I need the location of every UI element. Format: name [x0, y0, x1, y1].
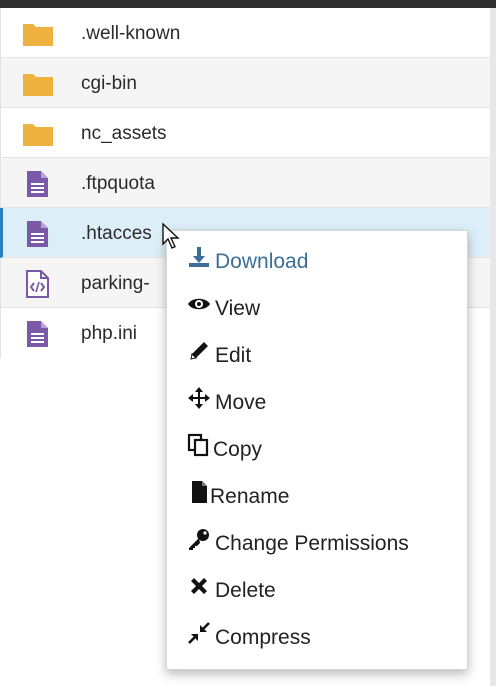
eye-icon: [188, 298, 210, 310]
menu-item-copy[interactable]: Copy: [167, 427, 467, 467]
mouse-cursor-icon: [162, 222, 180, 249]
menu-item-move[interactable]: Move: [167, 380, 467, 420]
folder-icon: [23, 24, 53, 46]
file-row-ftpquota[interactable]: .ftpquota: [0, 158, 490, 208]
folder-icon: [23, 74, 53, 96]
file-name: .ftpquota: [81, 173, 155, 194]
scrollbar-track[interactable]: [490, 8, 496, 686]
file-name: nc_assets: [81, 123, 167, 144]
pencil-icon: [190, 342, 208, 360]
menu-item-compress[interactable]: Compress: [167, 615, 467, 655]
file-text-icon: [27, 221, 48, 247]
menu-item-delete[interactable]: Delete: [167, 568, 467, 608]
menu-item-rename[interactable]: Rename: [167, 474, 467, 514]
key-icon: [189, 529, 209, 550]
folder-icon: [23, 124, 53, 146]
compress-icon: [188, 622, 210, 644]
file-name: cgi-bin: [81, 73, 137, 94]
download-icon: [189, 247, 209, 267]
top-bar: [0, 0, 496, 8]
file-row-nc-assets[interactable]: nc_assets: [0, 108, 490, 158]
file-row-well-known[interactable]: .well-known: [0, 8, 490, 58]
menu-item-download[interactable]: Download: [167, 239, 467, 279]
file-row-cgi-bin[interactable]: cgi-bin: [0, 58, 490, 108]
file-name: .htacces: [81, 223, 152, 244]
x-icon: [191, 578, 207, 594]
context-menu: Download View Edit Move Copy Rename Chan…: [166, 230, 468, 670]
menu-item-change-permissions[interactable]: Change Permissions: [167, 521, 467, 561]
file-text-icon: [27, 171, 48, 197]
file-text-icon: [27, 321, 48, 347]
file-code-icon: [26, 270, 49, 298]
file-name: .well-known: [81, 23, 181, 44]
file-name: php.ini: [81, 323, 137, 344]
copy-icon: [187, 433, 209, 457]
menu-item-edit[interactable]: Edit: [167, 333, 467, 373]
move-arrows-icon: [188, 387, 210, 409]
menu-item-view[interactable]: View: [167, 286, 467, 326]
file-name: parking-: [81, 273, 150, 294]
file-icon: [192, 481, 207, 503]
